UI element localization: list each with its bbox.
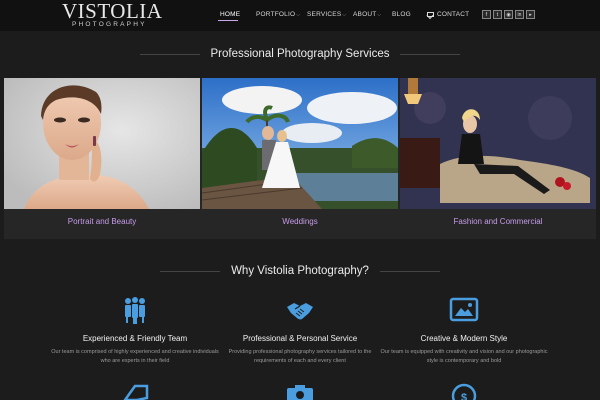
service-label-weddings[interactable]: Weddings — [202, 217, 398, 226]
chevron-down-icon: ⌵ — [342, 12, 347, 18]
nav-blog[interactable]: BLOG — [392, 11, 411, 18]
active-nav-underline — [218, 20, 238, 21]
feature-description: Our team is comprised of highly experien… — [51, 349, 219, 364]
nav-contact-label: CONTACT — [437, 11, 470, 18]
portrait-photo[interactable] — [4, 78, 200, 209]
nav-about[interactable]: ABOUT⌵ — [353, 11, 381, 18]
service-label-portrait[interactable]: Portrait and Beauty — [4, 217, 200, 226]
youtube-icon[interactable]: ▸ — [526, 10, 535, 19]
team-icon — [120, 295, 150, 325]
fashion-photo[interactable] — [400, 78, 596, 209]
envelope-icon — [427, 12, 434, 17]
title-divider-right — [380, 271, 440, 272]
services-cards: Portrait and Beauty Weddings Fashion and… — [4, 78, 596, 239]
title-divider-right — [400, 54, 460, 55]
feature-title: Creative & Modern Style — [420, 334, 508, 343]
service-label-fashion[interactable]: Fashion and Commercial — [400, 217, 596, 226]
nav-contact[interactable]: CONTACT — [427, 11, 469, 18]
svg-text:$: $ — [461, 392, 467, 400]
facebook-icon[interactable]: f — [482, 10, 491, 19]
picture-icon — [449, 295, 479, 325]
nav-portfolio[interactable]: PORTFOLIO⌵ — [256, 11, 300, 18]
wedding-photo[interactable] — [202, 78, 398, 209]
services-title: Professional Photography Services — [210, 48, 390, 60]
twitter-icon[interactable]: t — [493, 10, 502, 19]
feature-description: Providing professional photography servi… — [228, 349, 372, 364]
instagram-icon[interactable]: ◉ — [504, 10, 513, 19]
camera-icon — [285, 382, 315, 400]
nav-services[interactable]: SERVICES⌵ — [307, 11, 346, 18]
feature-title: Experienced & Friendly Team — [82, 334, 188, 343]
logo-brand: VISTOLIA — [62, 0, 163, 23]
nav-portfolio-label: PORTFOLIO — [256, 11, 296, 18]
service-card-portrait[interactable]: Portrait and Beauty — [4, 78, 200, 239]
tag-icon — [121, 382, 151, 400]
linkedin-icon[interactable]: in — [515, 10, 524, 19]
nav-home[interactable]: HOME — [220, 11, 240, 18]
logo[interactable]: VISTOLIA PHOTOGRAPHY — [62, 1, 162, 29]
why-title: Why Vistolia Photography? — [231, 265, 369, 277]
service-card-weddings[interactable]: Weddings — [202, 78, 398, 239]
dollar-icon: $ — [449, 382, 479, 400]
chevron-down-icon: ⌵ — [377, 12, 382, 18]
nav-about-label: ABOUT — [353, 11, 377, 18]
service-card-fashion[interactable]: Fashion and Commercial — [400, 78, 596, 239]
chevron-down-icon: ⌵ — [296, 12, 301, 18]
nav-services-label: SERVICES — [307, 11, 342, 18]
logo-tagline: PHOTOGRAPHY — [72, 21, 147, 28]
feature-description: Our team is equipped with creativity and… — [380, 349, 548, 364]
site-header: VISTOLIA PHOTOGRAPHY HOME PORTFOLIO⌵ SER… — [0, 0, 600, 31]
handshake-icon — [285, 295, 315, 325]
feature-title: Professional & Personal Service — [242, 334, 358, 343]
